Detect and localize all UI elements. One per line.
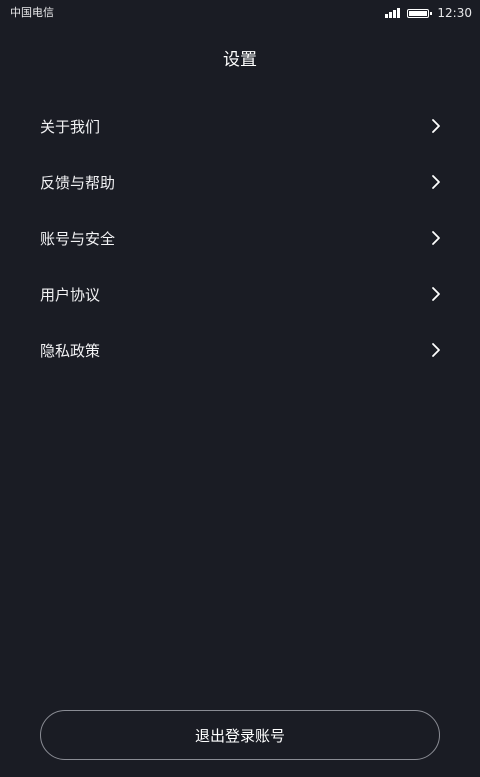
menu-item-label: 用户协议 [40,285,101,304]
carrier-name: 中国电信 [10,6,54,19]
logout-button[interactable]: 退出登录账号 [40,710,440,760]
chevron-right-icon [430,174,442,190]
menu-item-user-agreement[interactable]: 用户协议 [0,266,480,322]
chevron-right-icon [430,118,442,134]
settings-menu: 关于我们 反馈与帮助 账号与安全 用户协议 隐私政策 [0,98,480,378]
chevron-right-icon [430,286,442,302]
status-bar: 中国电信 12:30 [0,0,480,26]
status-time: 12:30 [437,6,472,20]
status-indicators: 12:30 [385,5,472,21]
battery-level-fill [409,10,428,16]
menu-item-label: 账号与安全 [40,229,116,248]
battery-icon [407,8,433,18]
menu-item-label: 隐私政策 [40,341,101,360]
menu-item-label: 反馈与帮助 [40,173,116,192]
menu-item-feedback-help[interactable]: 反馈与帮助 [0,154,480,210]
menu-item-privacy-policy[interactable]: 隐私政策 [0,322,480,378]
page-title: 设置 [223,50,257,70]
menu-item-label: 关于我们 [40,117,101,136]
chevron-right-icon [430,342,442,358]
logout-button-label: 退出登录账号 [194,726,285,745]
battery-cap [430,11,433,15]
signal-icon [385,8,401,18]
chevron-right-icon [430,230,442,246]
menu-item-account-security[interactable]: 账号与安全 [0,210,480,266]
menu-item-about-us[interactable]: 关于我们 [0,98,480,154]
